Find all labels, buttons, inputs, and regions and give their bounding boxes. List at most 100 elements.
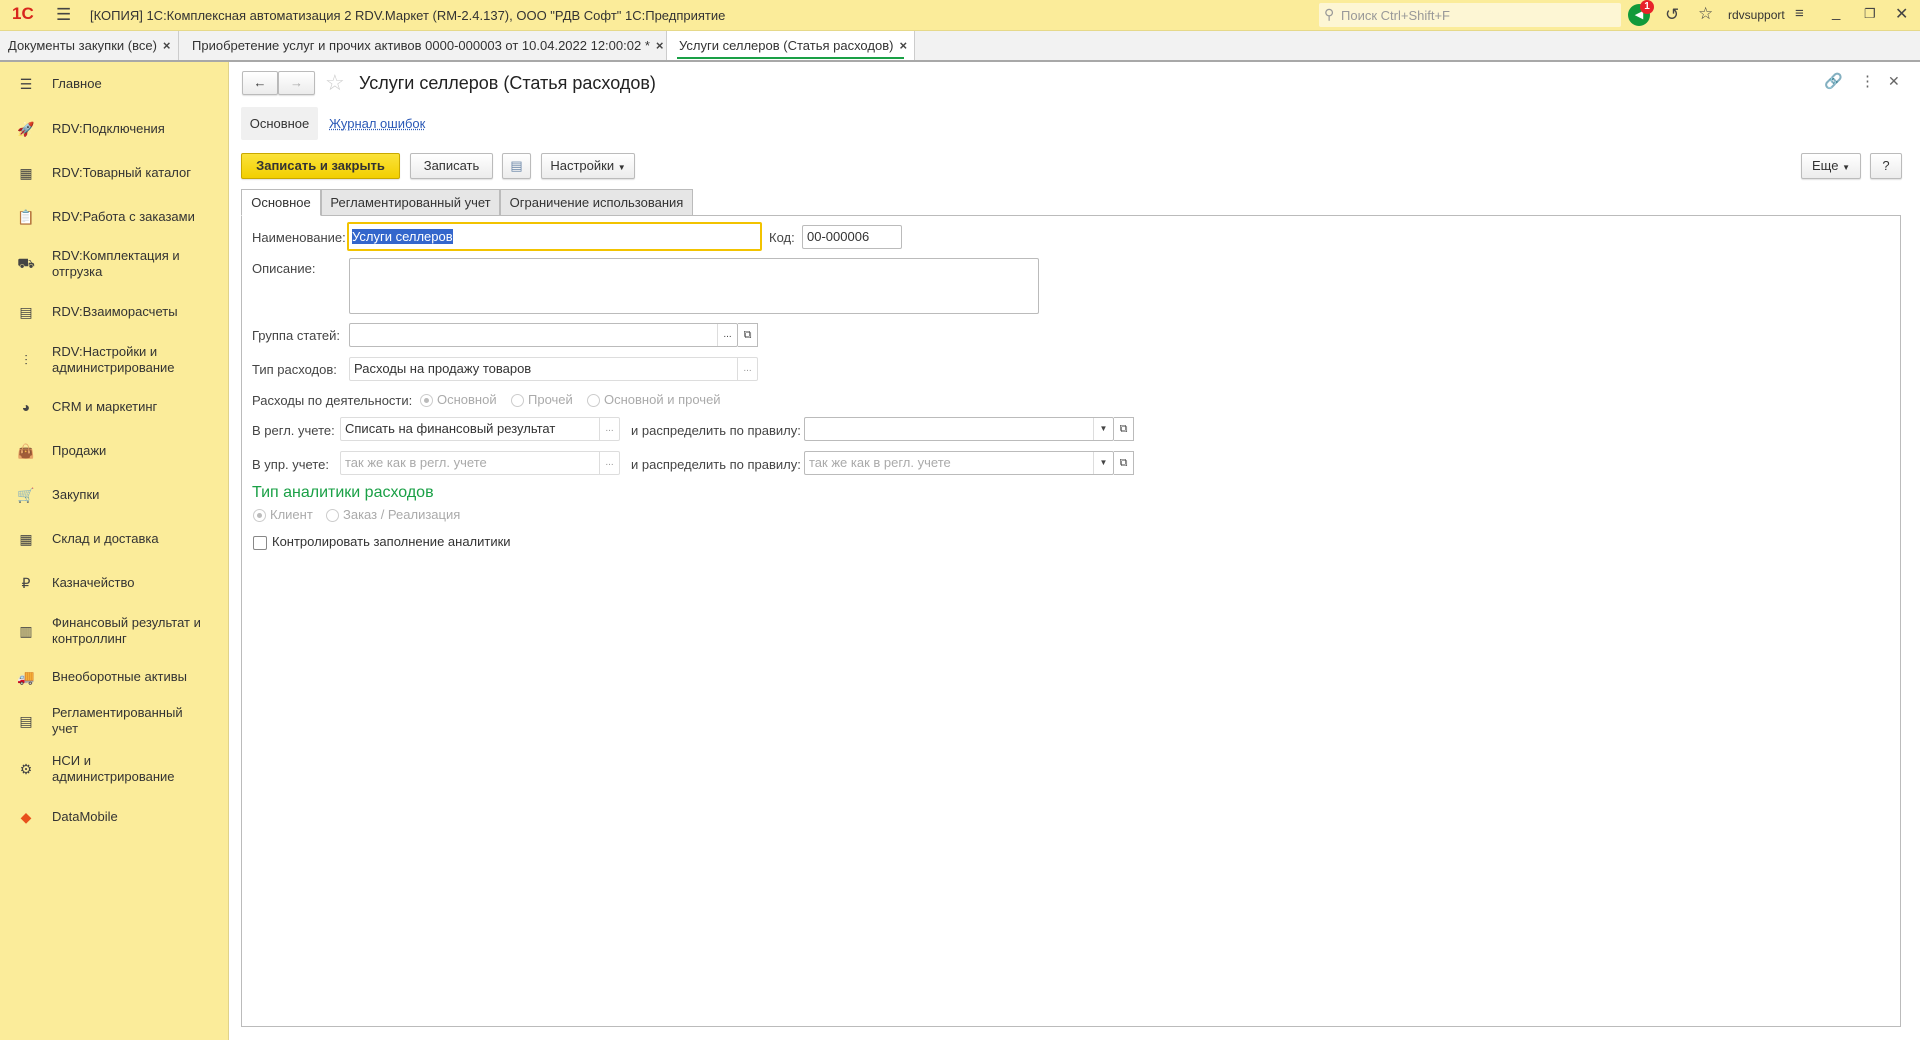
group-input[interactable]: ... bbox=[349, 323, 738, 347]
report-list-icon[interactable]: ▤ bbox=[502, 153, 531, 179]
sidebar-item[interactable]: ⫶ RDV:Настройки и администрирование bbox=[0, 344, 228, 375]
tab-usage-restriction[interactable]: Ограничение использования bbox=[500, 189, 693, 216]
sidebar-item[interactable]: ▤ Регламентированный учет bbox=[0, 705, 228, 736]
close-tab-icon[interactable]: × bbox=[163, 38, 171, 53]
window-tab-active[interactable]: Услуги селлеров (Статья расходов) × bbox=[667, 31, 915, 60]
expense-type-input[interactable]: Расходы на продажу товаров... bbox=[349, 357, 758, 381]
expense-type-value: Расходы на продажу товаров bbox=[354, 361, 532, 376]
radio-activity-both[interactable]: Основной и прочей bbox=[587, 392, 721, 408]
link-icon[interactable]: 🔗 bbox=[1824, 72, 1843, 90]
sidebar-item[interactable]: 🚚 Внеоборотные активы bbox=[0, 663, 228, 691]
select-button[interactable]: ... bbox=[599, 418, 619, 440]
window-tab[interactable]: Документы закупки (все) × bbox=[0, 31, 179, 60]
code-input[interactable]: 00-000006 bbox=[802, 225, 902, 249]
radio-icon bbox=[420, 394, 433, 408]
sidebar-item[interactable]: ⛟ RDV:Комплектация и отгрузка bbox=[0, 248, 228, 279]
sidebar-item-label: DataMobile bbox=[52, 809, 118, 824]
select-button[interactable]: ... bbox=[737, 358, 757, 380]
search-input[interactable]: ⚲ Поиск Ctrl+Shift+F bbox=[1319, 3, 1621, 27]
select-button[interactable]: ... bbox=[599, 452, 619, 474]
sidebar-item[interactable]: 🚀 RDV:Подключения bbox=[0, 115, 228, 143]
sidebar-item[interactable]: ◆ DataMobile bbox=[0, 803, 228, 831]
section-icon: ▦ bbox=[19, 530, 33, 547]
notifications-icon[interactable]: ◀ 1 bbox=[1628, 0, 1654, 26]
name-input[interactable]: Услуги селлеров bbox=[347, 222, 762, 251]
tab-main[interactable]: Основное bbox=[241, 189, 321, 216]
close-form-icon[interactable]: ✕ bbox=[1888, 73, 1900, 90]
section-icon: ▦ bbox=[19, 164, 33, 181]
minimize-icon[interactable]: _ bbox=[1832, 4, 1840, 21]
favorites-star-icon[interactable]: ☆ bbox=[1698, 4, 1713, 24]
window-tab[interactable]: Приобретение услуг и прочих активов 0000… bbox=[179, 31, 667, 60]
description-textarea[interactable] bbox=[349, 258, 1039, 314]
section-icon: ▤ bbox=[19, 303, 33, 320]
open-icon[interactable]: ⧉ bbox=[1114, 417, 1134, 441]
user-name[interactable]: rdvsupport bbox=[1728, 8, 1785, 22]
radio-label: Основной и прочей bbox=[604, 392, 721, 407]
more-dropdown[interactable]: Еще ▼ bbox=[1801, 153, 1861, 179]
sidebar-item-label: Закупки bbox=[52, 487, 100, 502]
tab-label: Документы закупки (все) bbox=[8, 38, 157, 53]
chevron-down-icon[interactable]: ▼ bbox=[1093, 452, 1113, 474]
1c-logo: 1С bbox=[12, 4, 34, 23]
group-label: Группа статей: bbox=[252, 328, 340, 343]
close-tab-icon[interactable]: × bbox=[899, 38, 907, 53]
restore-icon[interactable]: ❐ bbox=[1864, 6, 1876, 22]
radio-icon bbox=[326, 509, 339, 523]
control-analytics-checkbox[interactable]: Контролировать заполнение аналитики bbox=[253, 534, 511, 550]
sidebar-item[interactable]: ▤ RDV:Взаиморасчеты bbox=[0, 298, 228, 326]
radio-activity-main[interactable]: Основной bbox=[420, 392, 497, 408]
radio-activity-other[interactable]: Прочей bbox=[511, 392, 573, 408]
sidebar-item[interactable]: ▥ Финансовый результат и контроллинг bbox=[0, 615, 228, 646]
open-icon[interactable]: ⧉ bbox=[1114, 451, 1134, 475]
save-and-close-button[interactable]: Записать и закрыть bbox=[241, 153, 400, 179]
sidebar-item-label: RDV:Взаиморасчеты bbox=[52, 304, 178, 319]
close-tab-icon[interactable]: × bbox=[656, 38, 664, 53]
main-menu-icon[interactable]: ☰ bbox=[56, 5, 71, 25]
chevron-down-icon[interactable]: ▼ bbox=[1093, 418, 1113, 440]
forward-button[interactable]: → bbox=[278, 71, 315, 95]
radio-analytics-order[interactable]: Заказ / Реализация bbox=[326, 507, 460, 523]
help-button[interactable]: ? bbox=[1870, 153, 1902, 179]
sidebar-item-label: НСИ и администрирование bbox=[52, 753, 175, 784]
sidebar-item[interactable]: ▦ RDV:Товарный каталог bbox=[0, 159, 228, 187]
settings-dropdown[interactable]: Настройки ▼ bbox=[541, 153, 635, 179]
select-button[interactable]: ... bbox=[717, 324, 737, 346]
activity-label: Расходы по деятельности: bbox=[252, 393, 413, 408]
settings-menu-icon[interactable]: ≡ bbox=[1795, 5, 1804, 22]
reg-rule-select[interactable]: ▼ bbox=[804, 417, 1114, 441]
sidebar-item-label: RDV:Комплектация и отгрузка bbox=[52, 248, 180, 279]
mgmt-accounting-input[interactable]: так же как в регл. учете... bbox=[340, 451, 620, 475]
sidebar-item[interactable]: ₽ Казначейство bbox=[0, 569, 228, 597]
subnav-main[interactable]: Основное bbox=[241, 107, 318, 140]
active-tab-underline bbox=[677, 57, 904, 59]
sidebar-item[interactable]: ▦ Склад и доставка bbox=[0, 525, 228, 553]
section-icon: 👜 bbox=[17, 442, 35, 459]
section-icon: ▥ bbox=[19, 622, 33, 639]
sidebar-item[interactable]: ◕ CRM и маркетинг bbox=[0, 393, 228, 421]
favorite-star-icon[interactable]: ☆ bbox=[325, 70, 345, 96]
tab-regulated-accounting[interactable]: Регламентированный учет bbox=[321, 189, 500, 216]
error-log-link[interactable]: Журнал ошибок bbox=[329, 116, 425, 131]
mgmt-accounting-placeholder: так же как в регл. учете bbox=[345, 455, 487, 470]
sidebar-item[interactable]: 👜 Продажи bbox=[0, 437, 228, 465]
name-label: Наименование: bbox=[252, 230, 346, 245]
history-icon[interactable]: ↺ bbox=[1665, 5, 1679, 25]
mgmt-rule-select[interactable]: так же как в регл. учете ▼ bbox=[804, 451, 1114, 475]
back-button[interactable]: ← bbox=[242, 71, 278, 95]
section-icon: ☰ bbox=[19, 75, 33, 92]
sidebar-item[interactable]: ⚙ НСИ и администрирование bbox=[0, 753, 228, 784]
window-title: [КОПИЯ] 1С:Комплексная автоматизация 2 R… bbox=[90, 8, 726, 23]
more-actions-icon[interactable]: ⋮ bbox=[1860, 72, 1875, 90]
close-window-icon[interactable]: ✕ bbox=[1895, 4, 1908, 24]
sidebar-item[interactable]: 🛒 Закупки bbox=[0, 481, 228, 509]
radio-analytics-client[interactable]: Клиент bbox=[253, 507, 313, 523]
sidebar-item[interactable]: ☰ Главное bbox=[0, 70, 228, 98]
mgmt-accounting-label: В упр. учете: bbox=[252, 457, 329, 472]
open-icon[interactable]: ⧉ bbox=[738, 323, 758, 347]
save-button[interactable]: Записать bbox=[410, 153, 493, 179]
sidebar-item[interactable]: 📋 RDV:Работа с заказами bbox=[0, 203, 228, 231]
sidebar-item-label: Главное bbox=[52, 76, 102, 91]
analytics-heading: Тип аналитики расходов bbox=[252, 484, 434, 501]
reg-accounting-input[interactable]: Списать на финансовый результат... bbox=[340, 417, 620, 441]
